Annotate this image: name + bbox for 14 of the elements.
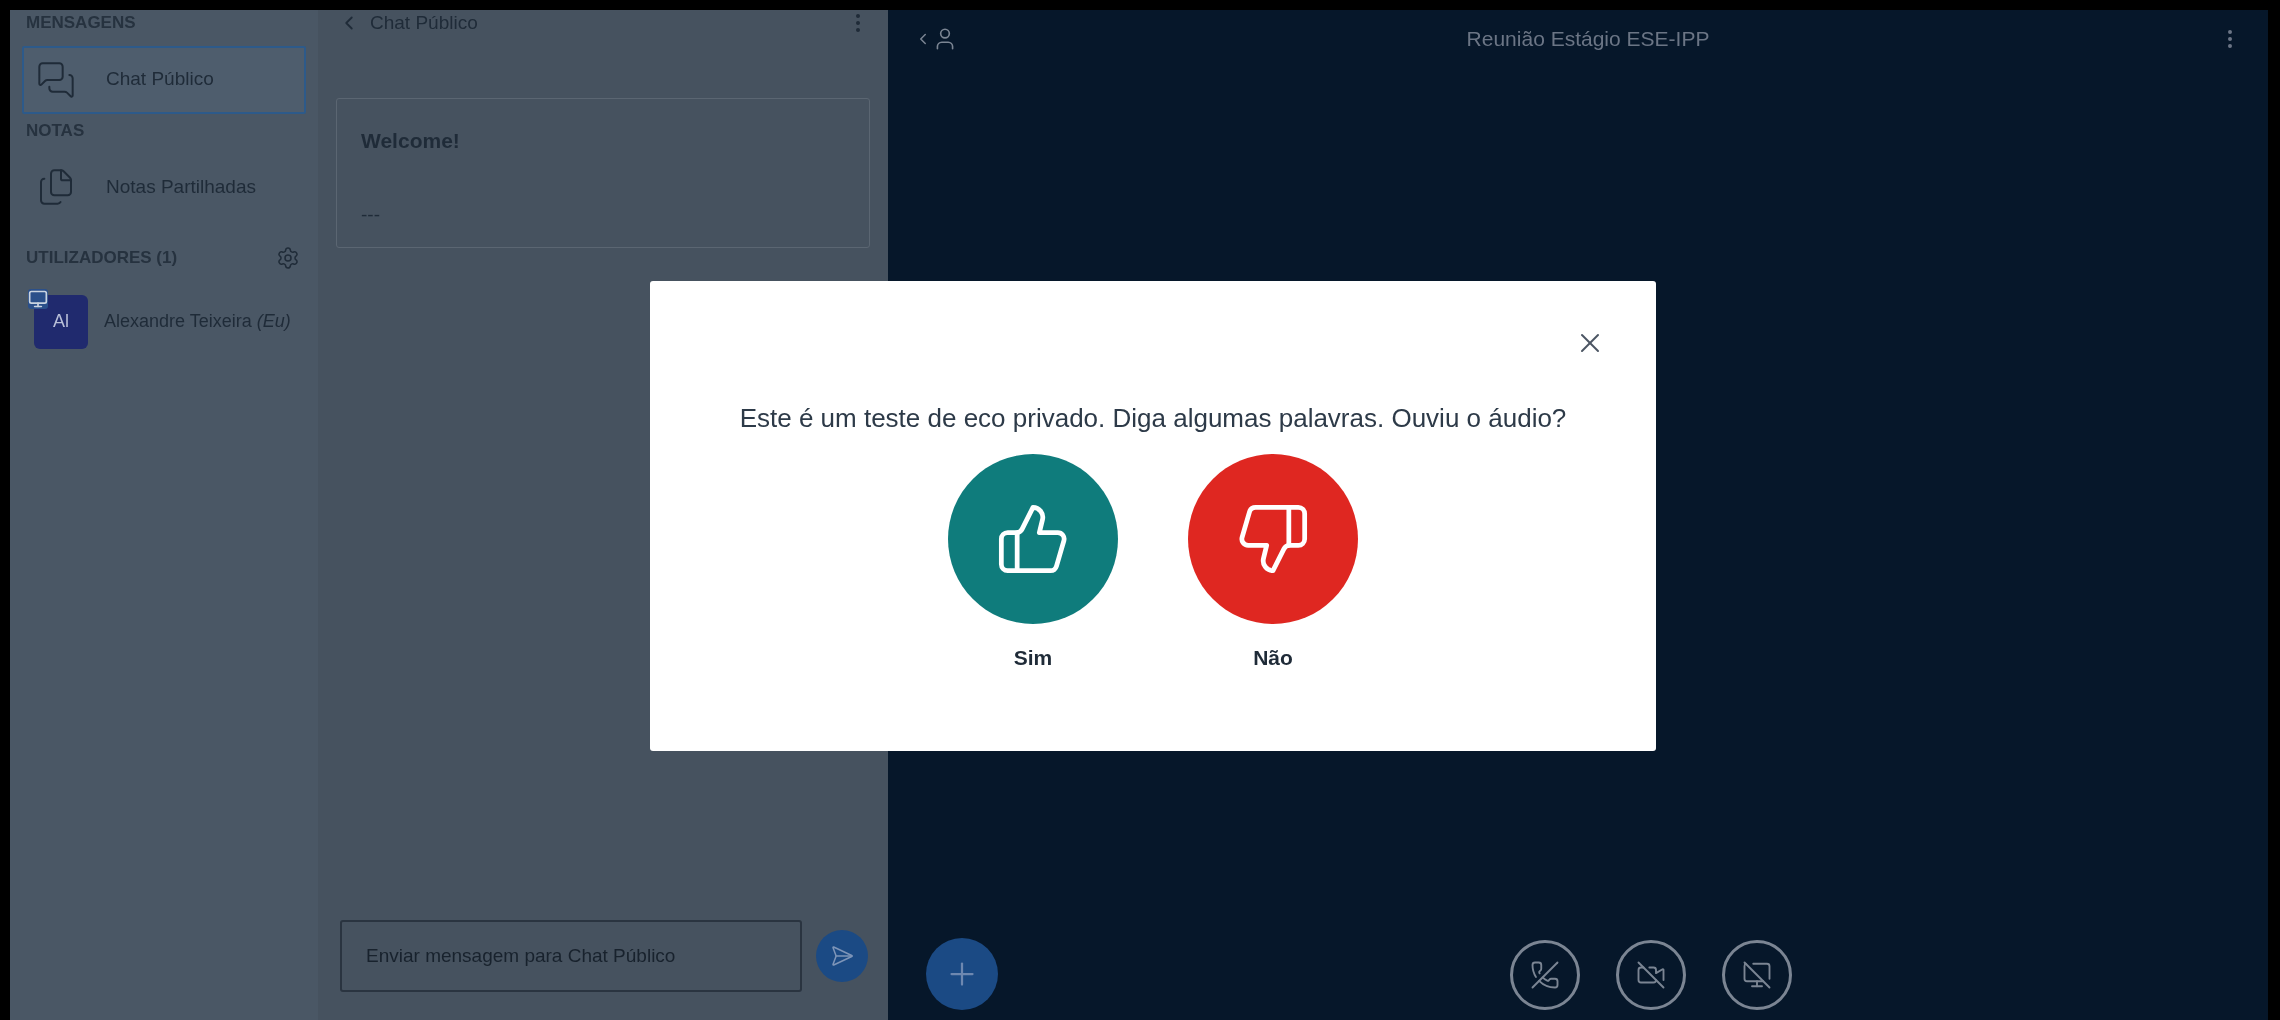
monitor-icon [28, 288, 48, 309]
dialog-prompt: Este é um teste de eco privado. Diga algumas palavras. Ouviu o áudio? [739, 402, 1567, 435]
control-button[interactable] [1722, 940, 1792, 1010]
control-button[interactable] [1510, 940, 1580, 1010]
user-avatar: Al [34, 294, 88, 349]
control-button[interactable] [1616, 940, 1686, 1010]
message-body: --- [361, 202, 381, 227]
meeting-title: Reunião Estágio ESE-IPP [1466, 26, 1710, 53]
video-off-icon [1636, 960, 1666, 990]
send-button[interactable] [816, 930, 868, 982]
send-icon [830, 944, 854, 968]
chat-bubbles-icon [36, 59, 76, 100]
monitor-off-icon [1742, 960, 1772, 990]
phone-off-icon [1530, 960, 1560, 990]
